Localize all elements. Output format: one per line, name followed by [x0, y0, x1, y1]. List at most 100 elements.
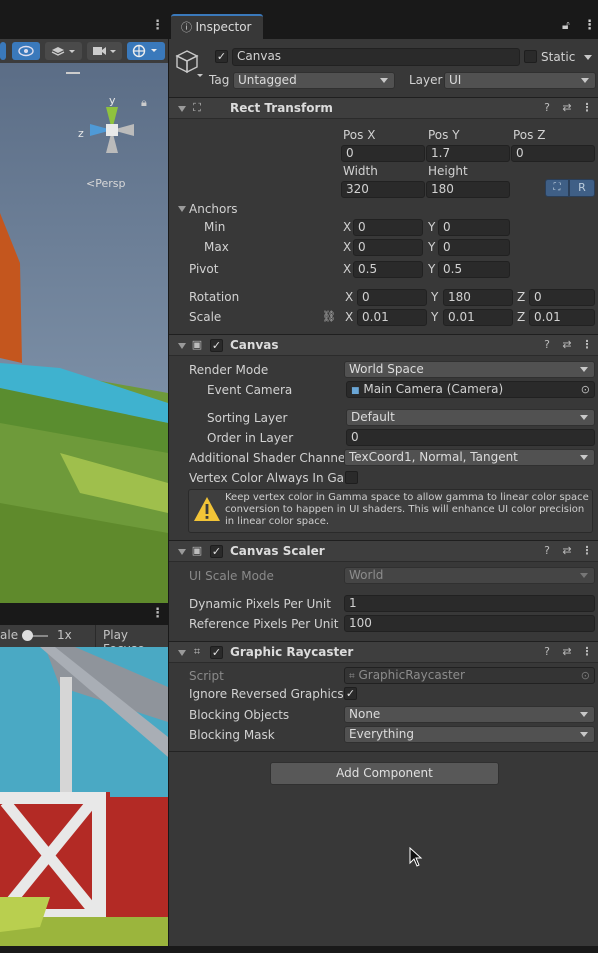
anchor-min-y-field[interactable]: 0 [438, 219, 510, 236]
anchor-max-label: Max [204, 240, 229, 254]
blocking-objects-dropdown[interactable]: None [344, 706, 595, 723]
ignore-reversed-checkbox[interactable]: ✓ [344, 687, 357, 700]
graphic-raycaster-header[interactable]: ⌗ ✓ Graphic Raycaster ? ⇄ ⋮ [169, 641, 598, 663]
draw-mode-button[interactable] [0, 42, 6, 60]
canvas-scaler-enabled-checkbox[interactable]: ✓ [210, 545, 223, 558]
foldout-arrow-icon[interactable] [178, 650, 186, 656]
foldout-arrow-icon[interactable] [178, 106, 186, 112]
anchor-max-y-field[interactable]: 0 [438, 239, 510, 256]
pos-x-label: Pos X [343, 128, 376, 142]
object-picker-icon[interactable]: ⊙ [581, 382, 590, 397]
status-bar-strip [0, 946, 598, 953]
active-checkbox[interactable]: ✓ [215, 50, 228, 63]
tab-inspector[interactable]: ⓘ Inspector [171, 14, 263, 39]
help-icon[interactable]: ? [541, 646, 553, 658]
order-in-layer-field[interactable]: 0 [346, 429, 595, 446]
anchors-foldout-icon[interactable] [178, 206, 186, 212]
gameobject-cube-icon[interactable] [175, 49, 205, 79]
component-menu-icon[interactable]: ⋮ [581, 102, 593, 114]
gizmo-y-label: y [109, 94, 116, 107]
pos-x-field[interactable]: 0 [341, 145, 425, 162]
height-field[interactable]: 180 [426, 181, 510, 198]
video-camera-icon [92, 47, 116, 55]
help-icon[interactable]: ? [541, 339, 553, 351]
scale-z-field[interactable]: 0.01 [529, 309, 595, 326]
drag-handle[interactable] [66, 72, 80, 74]
scale-slider-thumb[interactable] [22, 630, 33, 641]
pos-z-field[interactable]: 0 [511, 145, 595, 162]
blocking-mask-dropdown[interactable]: Everything [344, 726, 595, 743]
visibility-toggle[interactable] [12, 42, 40, 60]
anchor-max-x-field[interactable]: 0 [353, 239, 423, 256]
component-menu-icon[interactable]: ⋮ [581, 646, 593, 658]
component-menu-icon[interactable]: ⋮ [581, 339, 593, 351]
reference-pixels-field[interactable]: 100 [344, 615, 595, 632]
game-viewport[interactable] [0, 647, 168, 946]
sorting-layer-dropdown[interactable]: Default [346, 409, 595, 426]
preset-icon[interactable]: ⇄ [561, 646, 573, 658]
component-menu-icon[interactable]: ⋮ [581, 545, 593, 557]
scale-y-label: Y [431, 310, 439, 324]
camera-dropdown[interactable] [87, 42, 122, 60]
layers-dropdown[interactable] [45, 42, 82, 60]
event-camera-field[interactable]: ■ Main Camera (Camera) ⊙ [346, 381, 595, 398]
preset-icon[interactable]: ⇄ [561, 102, 573, 114]
lock-inspector-icon[interactable]: 🔓︎ [562, 18, 570, 33]
foldout-arrow-icon[interactable] [178, 549, 186, 555]
blocking-mask-value: Everything [349, 727, 414, 741]
game-more-menu-icon[interactable]: ⋮ [151, 606, 164, 621]
canvas-scaler-header[interactable]: ▣ ✓ Canvas Scaler ? ⇄ ⋮ [169, 540, 598, 562]
object-name-field[interactable]: Canvas [232, 48, 520, 66]
rect-transform-header[interactable]: ⛶ Rect Transform ? ⇄ ⋮ [169, 97, 598, 119]
help-icon[interactable]: ? [541, 545, 553, 557]
anchor-min-x-field[interactable]: 0 [353, 219, 423, 236]
scene-viewport[interactable]: y z 🔒︎ <Persp [0, 63, 168, 603]
canvas-enabled-checkbox[interactable]: ✓ [210, 339, 223, 352]
script-label: Script [189, 669, 224, 683]
scene-more-menu-icon[interactable]: ⋮ [151, 18, 164, 33]
tag-dropdown[interactable]: Untagged [233, 72, 395, 89]
toolbar-divider [95, 625, 96, 647]
dynamic-pixels-label: Dynamic Pixels Per Unit [189, 597, 331, 611]
persp-label[interactable]: <Persp [86, 177, 125, 190]
pos-y-field[interactable]: 1.7 [426, 145, 510, 162]
blocking-objects-value: None [349, 707, 381, 721]
blueprint-mode-button[interactable]: ⛶ [545, 179, 569, 197]
canvas-component-header[interactable]: ▣ ✓ Canvas ? ⇄ ⋮ [169, 334, 598, 356]
render-mode-dropdown[interactable]: World Space [344, 361, 595, 378]
add-component-button[interactable]: Add Component [270, 762, 499, 785]
gizmos-dropdown[interactable] [127, 42, 165, 60]
shader-channels-dropdown[interactable]: TexCoord1, Normal, Tangent [344, 449, 595, 466]
foldout-arrow-icon[interactable] [178, 343, 186, 349]
dynamic-pixels-field[interactable]: 1 [344, 595, 595, 612]
lock-icon[interactable]: 🔒︎ [141, 96, 147, 110]
graphic-raycaster-enabled-checkbox[interactable]: ✓ [210, 646, 223, 659]
pivot-x-field[interactable]: 0.5 [353, 261, 423, 278]
help-icon[interactable]: ? [541, 102, 553, 114]
inspector-menu-icon[interactable]: ⋮ [583, 18, 596, 33]
graphic-raycaster-title: Graphic Raycaster [230, 645, 354, 659]
preset-icon[interactable]: ⇄ [561, 339, 573, 351]
scale-x-field[interactable]: 0.01 [357, 309, 427, 326]
raw-edit-button[interactable]: R [569, 179, 595, 197]
preset-icon[interactable]: ⇄ [561, 545, 573, 557]
rotation-z-field[interactable]: 0 [529, 289, 595, 306]
tag-label: Tag [209, 73, 230, 87]
constrain-proportions-icon[interactable]: ⛓ [322, 310, 336, 323]
game-render [0, 647, 168, 946]
scale-label: Scale [189, 310, 222, 324]
ui-scale-mode-dropdown: World [344, 567, 595, 584]
rotation-x-field[interactable]: 0 [357, 289, 427, 306]
static-dropdown-arrow[interactable] [584, 55, 592, 60]
vertex-color-checkbox[interactable] [345, 471, 358, 484]
layer-dropdown[interactable]: UI [444, 72, 596, 89]
anchors-label[interactable]: Anchors [189, 201, 238, 217]
rotation-y-field[interactable]: 180 [443, 289, 513, 306]
scale-y-field[interactable]: 0.01 [443, 309, 513, 326]
height-label: Height [428, 164, 468, 178]
layer-label: Layer [409, 73, 443, 87]
canvas-scaler-icon: ▣ [191, 544, 203, 557]
pivot-y-field[interactable]: 0.5 [438, 261, 510, 278]
width-field[interactable]: 320 [341, 181, 425, 198]
static-checkbox[interactable] [524, 50, 537, 63]
